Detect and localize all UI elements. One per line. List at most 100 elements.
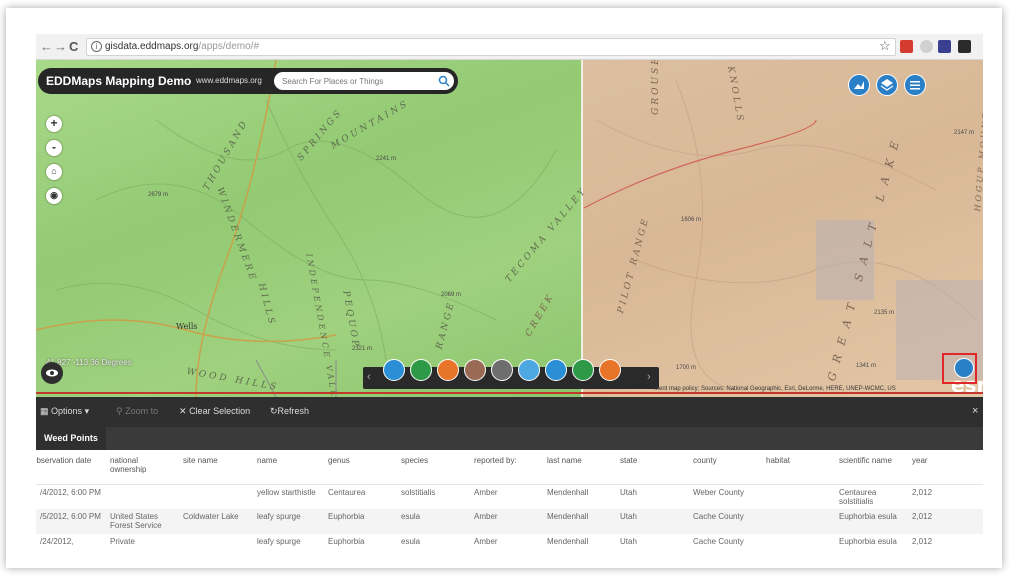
locate-button[interactable]: ◉ [46, 188, 62, 204]
attribute-table: observation date national ownership site n… [36, 450, 983, 558]
table-row[interactable]: /5/2012, 6:00 PM United States Forest Ser… [36, 509, 983, 534]
eye-icon [46, 369, 58, 377]
grid-tool-icon[interactable] [464, 359, 486, 381]
table-row[interactable]: /24/2012, Private leafy spurge Euphorbia esu… [36, 534, 983, 558]
column-header[interactable]: species [397, 450, 470, 485]
table-cell: Amber [474, 487, 498, 497]
home-button[interactable]: ⌂ [46, 164, 62, 180]
share-tool-icon[interactable] [545, 359, 567, 381]
extension-icon[interactable] [958, 40, 971, 53]
column-header[interactable]: scientific name [835, 450, 908, 485]
options-menu[interactable]: ▦ Options ▾ [40, 406, 89, 417]
table-cell: Euphorbia esula [839, 537, 897, 546]
table-cell: /24/2012, [40, 537, 74, 546]
layers-button[interactable] [876, 74, 898, 96]
chevron-right-icon[interactable]: › [647, 371, 651, 383]
close-panel-button[interactable]: × [972, 405, 978, 417]
table-cell: Utah [620, 537, 637, 546]
table-row[interactable]: /4/2012, 6:00 PM yellow starthistle Centau… [36, 484, 983, 509]
column-header[interactable]: name [253, 450, 324, 485]
column-header[interactable]: national ownership [106, 450, 179, 485]
column-header[interactable]: site name [179, 450, 253, 485]
search-button[interactable] [434, 72, 454, 90]
options-label: Options [51, 406, 83, 416]
table-cell: Utah [616, 509, 689, 534]
extension-icon[interactable] [938, 40, 951, 53]
column-header[interactable]: state [616, 450, 689, 485]
column-header[interactable]: habitat [762, 450, 835, 485]
layers-icon [880, 79, 894, 91]
star-icon[interactable]: ☆ [879, 38, 891, 54]
chevron-left-icon[interactable]: ‹ [367, 371, 371, 383]
zoom-out-button[interactable]: - [46, 140, 62, 156]
elevation-label: 1341 m [856, 363, 877, 369]
back-icon[interactable]: ← [40, 39, 53, 54]
refresh-icon: ↻ [270, 406, 278, 416]
clear-selection-label: Clear Selection [189, 406, 251, 416]
basemap-tool-icon[interactable] [410, 359, 432, 381]
draw-tool-icon[interactable] [491, 359, 513, 381]
column-header[interactable]: county [689, 450, 762, 485]
elevation-label: 2321 m [352, 346, 373, 352]
forward-icon[interactable]: → [54, 39, 67, 54]
table-cell: Utah [620, 487, 637, 497]
search-input[interactable] [274, 72, 436, 90]
visibility-toggle-button[interactable] [41, 362, 63, 384]
tab-weed-points[interactable]: Weed Points [36, 427, 106, 450]
table-cell: /5/2012, 6:00 PM [36, 509, 106, 534]
table-cell: United States Forest Service [106, 509, 179, 534]
legend-tool-icon[interactable] [572, 359, 594, 381]
table-cell: Amber [474, 537, 498, 546]
table-icon [954, 358, 974, 378]
clear-selection-button[interactable]: ✕ Clear Selection [179, 406, 250, 417]
screenshot-frame: ← → C i gisdata.eddmaps.org/apps/demo/# … [6, 8, 1002, 568]
search-icon [438, 75, 450, 87]
print-tool-icon[interactable] [518, 359, 540, 381]
zoom-to-button[interactable]: ⚲ Zoom to [116, 406, 158, 417]
column-header[interactable]: last name [543, 450, 616, 485]
table-cell: Cache County [693, 537, 744, 546]
column-header[interactable]: genus [324, 450, 397, 485]
refresh-button[interactable]: ↻Refresh [270, 406, 309, 417]
info-icon[interactable]: i [91, 41, 102, 52]
table-cell: Mendenhall [543, 509, 616, 534]
attribute-table-toggle[interactable] [942, 353, 977, 384]
map-toolbar: ‹ › [363, 359, 659, 389]
attribute-table-panel: ▦ Options ▾ ⚲ Zoom to ✕ Clear Selection … [36, 397, 983, 558]
table-cell: Cache County [689, 509, 762, 534]
table-cell: esula [401, 537, 421, 546]
info-tool-icon[interactable] [599, 359, 621, 381]
extension-icon[interactable] [920, 40, 933, 53]
map-view[interactable]: THOUSAND SPRINGS WINDERMERE HILLS PEQUOP… [36, 60, 983, 397]
menu-button[interactable] [904, 74, 926, 96]
table-cell [762, 509, 835, 534]
locate-icon: ◉ [50, 190, 58, 200]
column-header[interactable]: reported by: [470, 450, 543, 485]
table-cell: Euphorbia [324, 509, 397, 534]
site-link[interactable]: www.eddmaps.org [196, 76, 262, 85]
column-header[interactable]: observation date [36, 450, 106, 485]
table-cell: Mendenhall [547, 487, 589, 497]
table-cell: /4/2012, 6:00 PM [40, 487, 101, 497]
map-border-line [36, 392, 983, 394]
elevation-label: 1606 m [681, 217, 702, 223]
column-header[interactable]: year [908, 450, 983, 485]
search-tool-icon[interactable] [383, 359, 405, 381]
table-header-row: observation date national ownership site n… [36, 450, 983, 485]
elevation-label: 2147 m [954, 130, 975, 136]
table-cell: Coldwater Lake [179, 509, 253, 534]
list-icon [910, 81, 920, 90]
zoom-to-label: Zoom to [125, 406, 159, 416]
extension-icon[interactable] [900, 40, 913, 53]
zoom-in-button[interactable]: + [46, 116, 62, 132]
basemap-gallery-button[interactable] [848, 74, 870, 96]
table-cell: Private [110, 537, 135, 546]
table-tabs: Weed Points [36, 427, 983, 450]
map-label: GROUSE [650, 60, 661, 115]
table-cell: Euphorbia [328, 537, 365, 546]
url-input[interactable]: i gisdata.eddmaps.org/apps/demo/# [86, 38, 896, 56]
table-cell [179, 534, 253, 558]
reload-icon[interactable]: C [69, 39, 78, 54]
layers-tool-icon[interactable] [437, 359, 459, 381]
table-cell: Centaurea [328, 487, 366, 497]
